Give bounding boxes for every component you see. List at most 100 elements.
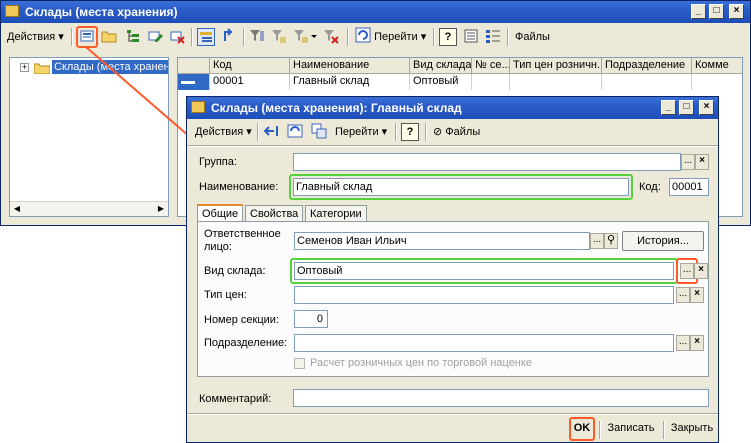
tree-hscrollbar[interactable]: ◀ ▶ bbox=[10, 201, 168, 216]
close-button[interactable]: × bbox=[729, 4, 744, 19]
tab-properties[interactable]: Свойства bbox=[245, 205, 304, 222]
tab-panel-general: Ответственное лицо: Семенов Иван Ильич .… bbox=[197, 221, 709, 377]
maximize-button[interactable]: □ bbox=[709, 4, 724, 19]
tree-root-item[interactable]: Склады (места хранения) bbox=[52, 60, 168, 74]
table-cell[interactable] bbox=[510, 74, 602, 90]
edit-item-icon[interactable] bbox=[147, 28, 165, 46]
department-clear-button[interactable]: × bbox=[690, 335, 704, 351]
copy-item-icon[interactable] bbox=[125, 28, 143, 46]
structure-list-icon[interactable] bbox=[463, 28, 481, 46]
department-field[interactable] bbox=[294, 334, 674, 352]
column-header[interactable]: Комме bbox=[692, 58, 742, 74]
comment-label: Комментарий: bbox=[199, 393, 272, 405]
toolbar-separator bbox=[243, 28, 245, 46]
close-dialog-button[interactable]: Закрыть bbox=[667, 419, 717, 439]
scroll-right-icon[interactable]: ▶ bbox=[154, 202, 168, 216]
goto-icon bbox=[355, 27, 371, 43]
table-cell[interactable]: 00001 bbox=[210, 74, 290, 90]
add-group-folder-icon[interactable] bbox=[101, 28, 119, 46]
filter-list-icon[interactable] bbox=[293, 28, 317, 46]
price-type-picker-button[interactable]: ... bbox=[676, 287, 690, 303]
warehouse-type-clear-button[interactable]: × bbox=[694, 263, 708, 279]
responsible-picker-button[interactable]: ... bbox=[590, 233, 604, 249]
table-cell[interactable] bbox=[472, 74, 510, 90]
tree-expand-icon[interactable]: + bbox=[20, 63, 29, 72]
dialog-minimize-button[interactable]: _ bbox=[661, 100, 676, 115]
price-type-label: Тип цен: bbox=[204, 289, 247, 301]
responsible-field[interactable]: Семенов Иван Ильич bbox=[294, 232, 590, 250]
column-header[interactable]: Наименование bbox=[290, 58, 410, 74]
table-cell[interactable]: Оптовый bbox=[410, 74, 472, 90]
main-window-title: Склады (места хранения) bbox=[25, 5, 178, 19]
dialog-files-button[interactable]: ⊘ Файлы bbox=[433, 122, 480, 142]
level-up-icon[interactable] bbox=[221, 28, 239, 46]
dialog-toolbar-divider bbox=[187, 145, 718, 147]
dropdown-arrow-icon: ▾ bbox=[420, 31, 427, 43]
files-label: Файлы bbox=[445, 126, 481, 138]
delete-item-icon[interactable] bbox=[169, 28, 187, 46]
price-type-field[interactable] bbox=[294, 286, 674, 304]
dialog-close-button[interactable]: × bbox=[699, 100, 714, 115]
history-button[interactable]: История... bbox=[622, 231, 704, 251]
filter-icon[interactable] bbox=[249, 28, 267, 46]
group-clear-button[interactable]: × bbox=[695, 154, 709, 170]
save-and-close-icon[interactable] bbox=[263, 123, 281, 141]
column-header[interactable]: Тип цен розничн... bbox=[510, 58, 602, 74]
responsible-search-icon[interactable]: ⚲ bbox=[604, 233, 618, 249]
dialog-actions-menu[interactable]: Действия ▾ bbox=[195, 122, 252, 142]
table-cell[interactable] bbox=[602, 74, 692, 90]
goto-menu-label: Перейти bbox=[374, 31, 418, 43]
settings-list-icon[interactable] bbox=[485, 28, 503, 46]
column-header[interactable]: Вид склада bbox=[410, 58, 472, 74]
dialog-titlebar[interactable]: Склады (места хранения): Главный склад _… bbox=[187, 97, 718, 119]
main-toolbar: Действия ▾ Перейти ▾ ? Файлы bbox=[1, 25, 750, 49]
tree-panel: + Склады (места хранения) ◀ ▶ bbox=[9, 57, 169, 217]
table-cell[interactable]: Главный склад bbox=[290, 74, 410, 90]
table-cell[interactable] bbox=[692, 74, 742, 90]
main-titlebar[interactable]: Склады (места хранения) _ □ × bbox=[1, 1, 750, 23]
refresh-icon[interactable] bbox=[287, 123, 305, 141]
column-header[interactable]: Код bbox=[210, 58, 290, 74]
goto-menu[interactable]: Перейти ▾ bbox=[355, 27, 426, 47]
tab-categories[interactable]: Категории bbox=[305, 205, 367, 222]
tab-strip: Общие Свойства Категории bbox=[197, 204, 709, 222]
name-label: Наименование: bbox=[199, 181, 279, 193]
save-button[interactable]: Записать bbox=[603, 419, 659, 439]
folder-app-icon bbox=[5, 5, 19, 17]
actions-menu-label: Действия bbox=[195, 126, 244, 138]
code-field[interactable]: 00001 bbox=[669, 178, 709, 196]
column-header[interactable]: № се... bbox=[472, 58, 510, 74]
dialog-goto-menu[interactable]: Перейти ▾ bbox=[335, 122, 387, 142]
clear-filter-icon[interactable] bbox=[323, 28, 341, 46]
department-picker-button[interactable]: ... bbox=[676, 335, 690, 351]
minimize-button[interactable]: _ bbox=[691, 4, 706, 19]
toolbar-separator bbox=[395, 123, 397, 141]
retail-price-checkbox[interactable] bbox=[294, 358, 305, 369]
section-number-label: Номер секции: bbox=[204, 314, 279, 326]
footer-divider bbox=[187, 413, 718, 415]
ok-button-highlight bbox=[569, 417, 595, 441]
hierarchy-toggle-icon[interactable] bbox=[197, 28, 215, 46]
toolbar-separator bbox=[191, 28, 193, 46]
column-header[interactable]: Подразделение bbox=[602, 58, 692, 74]
filter-value-icon[interactable] bbox=[271, 28, 289, 46]
dialog-toolbar: Действия ▾ Перейти ▾ ? ⊘ Файлы bbox=[187, 120, 718, 144]
goto-menu-label: Перейти bbox=[335, 126, 379, 138]
section-number-field[interactable]: 0 bbox=[294, 310, 328, 328]
comment-field[interactable] bbox=[293, 389, 709, 407]
table-row[interactable]: 00001 Главный склад Оптовый bbox=[178, 74, 742, 90]
price-type-clear-button[interactable]: × bbox=[690, 287, 704, 303]
actions-menu[interactable]: Действия ▾ bbox=[7, 27, 64, 47]
help-icon[interactable]: ? bbox=[439, 28, 457, 46]
tab-general[interactable]: Общие bbox=[197, 204, 244, 222]
warehouse-type-label: Вид склада: bbox=[204, 265, 266, 277]
scroll-left-icon[interactable]: ◀ bbox=[10, 202, 24, 216]
group-picker-button[interactable]: ... bbox=[681, 154, 695, 170]
copy-document-icon[interactable] bbox=[311, 123, 329, 141]
group-field[interactable] bbox=[293, 153, 681, 171]
files-button[interactable]: Файлы bbox=[515, 27, 550, 47]
dialog-maximize-button[interactable]: □ bbox=[679, 100, 694, 115]
toolbar-separator bbox=[71, 28, 73, 46]
help-icon[interactable]: ? bbox=[401, 123, 419, 141]
item-dialog: Склады (места хранения): Главный склад _… bbox=[186, 96, 719, 443]
